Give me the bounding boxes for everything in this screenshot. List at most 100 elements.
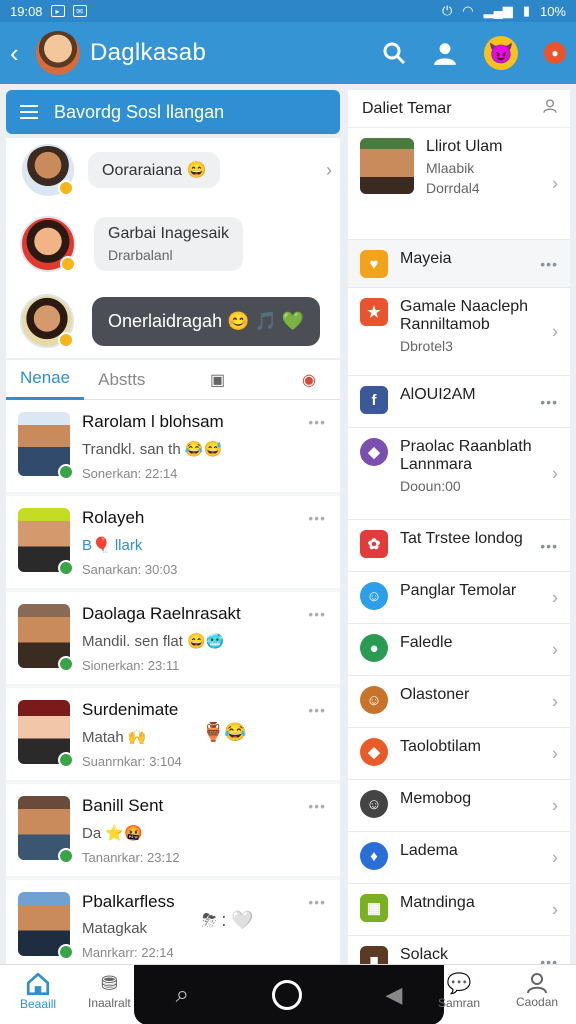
profile-icon[interactable]: [432, 40, 458, 66]
list-item[interactable]: ☺ Panglar Temolar ›: [348, 572, 570, 624]
more-dots-icon[interactable]: •••: [308, 606, 326, 622]
back-arrow-icon[interactable]: ‹: [10, 38, 30, 69]
list-item[interactable]: ● Faledle ›: [348, 624, 570, 676]
chevron-right-icon[interactable]: ›: [552, 463, 558, 484]
chat-avatar: [18, 508, 74, 576]
right-header: Daliet Temar: [348, 90, 570, 128]
alarm-icon: ⏻: [441, 3, 453, 18]
online-check-icon: [58, 752, 74, 768]
story-avatar: [22, 144, 74, 196]
chat-row[interactable]: Rarolam l blohsam Trandkl. san th 😂😅 Son…: [6, 400, 340, 492]
emoji-reaction-icon[interactable]: 😈: [484, 36, 518, 70]
chat-time: Manrkarr: 22:14: [82, 945, 174, 960]
person-icon[interactable]: [542, 98, 558, 119]
chat-row[interactable]: Pbalkarfless Matagkak Manrkarr: 22:14 ⛈ …: [6, 880, 340, 972]
nav-messages[interactable]: 💬 Samran: [438, 971, 480, 1010]
more-dots-icon[interactable]: •••: [308, 798, 326, 814]
status-bar: 19:08 ▸ ✉ ⏻ ◠ ▂▄▆ ▮ 10%: [0, 0, 576, 22]
tab-abstts[interactable]: Abstts: [84, 360, 159, 400]
story-item[interactable]: Onerlaidragah 😊 🎵 💚: [20, 294, 321, 348]
game-icon: ●: [360, 634, 388, 662]
status-time: 19:08: [10, 3, 43, 19]
game-icon: ◆: [360, 438, 388, 466]
more-dots-icon[interactable]: •••: [308, 510, 326, 526]
notification-dot-icon[interactable]: ●: [544, 42, 566, 64]
smiley-icon: ☺: [360, 582, 388, 610]
list-item-title: Panglar Temolar: [400, 582, 517, 599]
nav-inbox[interactable]: ⛃ Inaalralt: [88, 971, 131, 1010]
more-dots-icon[interactable]: •••: [540, 256, 558, 272]
app-avatar[interactable]: [36, 31, 80, 75]
chat-message: Trandkl. san th 😂😅: [82, 441, 223, 458]
chat-message: Da ⭐🤬: [82, 825, 143, 842]
online-check-icon: [58, 848, 74, 864]
story-badge-icon: [60, 256, 76, 272]
wifi-icon: ◠: [462, 3, 474, 18]
list-item-title: Tat Trstee londog: [400, 530, 523, 547]
list-item-title: Llirot Ulam: [426, 138, 503, 155]
chat-row[interactable]: Banill Sent Da ⭐🤬 Tananrkar: 23:12 •••: [6, 784, 340, 876]
more-dots-icon[interactable]: •••: [540, 538, 558, 554]
list-item[interactable]: ◆ Taolobtilam ›: [348, 728, 570, 780]
list-item[interactable]: ✿ Tat Trstee londog •••: [348, 520, 570, 572]
character-icon: ☺: [360, 790, 388, 818]
battery-icon: ▮: [522, 3, 530, 18]
chat-row[interactable]: Rolayeh B🎈 llark Sanarkan: 30:03 •••: [6, 496, 340, 588]
tab-nenae[interactable]: Nenae: [6, 360, 85, 400]
list-item-title: AlOUI2AM: [400, 386, 476, 403]
system-navigation: ⌕ ◀: [134, 965, 444, 1024]
list-item-title: Praolac Raanblath: [400, 438, 532, 455]
story-bubble: Onerlaidragah 😊 🎵 💚: [92, 296, 321, 346]
chevron-right-icon[interactable]: ›: [552, 321, 558, 342]
list-item[interactable]: Llirot Ulam Mlaabik Dorrdal4 ›: [348, 128, 570, 240]
back-triangle-icon[interactable]: ◀: [385, 982, 402, 1008]
more-dots-icon[interactable]: •••: [308, 414, 326, 430]
home-icon: [26, 972, 50, 996]
list-item[interactable]: ▦ Matndinga ›: [348, 884, 570, 936]
list-item[interactable]: ◆ Praolac Raanblath Lannmara Dooun:00 ›: [348, 428, 570, 520]
home-circle-icon[interactable]: [272, 980, 303, 1010]
left-pane: Bavordg Sosl llangan Ooraraiana 😄 › Garb…: [6, 90, 340, 972]
status-circle-icon[interactable]: ◉: [302, 370, 316, 390]
chat-avatar: [18, 700, 74, 768]
bottom-nav: Beaaill ⛃ Inaalralt ⌕ ◀ 💬 Samran Caodan: [0, 964, 576, 1024]
chat-row[interactable]: Daolaga Raelnrasakt Mandil. sen flat 😄🥶 …: [6, 592, 340, 684]
story-item[interactable]: Garbai Inagesaik Drarbalanl: [20, 216, 243, 272]
more-dots-icon[interactable]: •••: [308, 702, 326, 718]
signal-icon: ▂▄▆: [483, 3, 513, 18]
camera-icon[interactable]: ▣: [210, 370, 225, 390]
story-item[interactable]: Ooraraiana 😄 ›: [22, 144, 332, 196]
search-icon[interactable]: ⌕: [176, 981, 189, 1009]
list-item[interactable]: ★ Gamale Naacleph Ranniltamob Dbrotel3 ›: [348, 288, 570, 376]
chevron-right-icon[interactable]: ›: [552, 639, 558, 660]
chevron-right-icon[interactable]: ›: [552, 795, 558, 816]
chevron-right-icon[interactable]: ›: [552, 691, 558, 712]
list-item-sub: Ranniltamob: [400, 316, 490, 333]
list-item-title: Ladema: [400, 842, 458, 859]
chevron-right-icon[interactable]: ›: [552, 173, 558, 194]
heart-icon: ♥: [360, 250, 388, 278]
list-item[interactable]: ♦ Ladema ›: [348, 832, 570, 884]
search-icon[interactable]: [382, 41, 406, 65]
more-dots-icon[interactable]: •••: [308, 894, 326, 910]
message-notification-icon: ✉: [72, 5, 87, 17]
chat-time: Sanarkan: 30:03: [82, 562, 178, 577]
chat-time: Tananrkar: 23:12: [82, 850, 180, 865]
chevron-right-icon[interactable]: ›: [552, 847, 558, 868]
chevron-right-icon[interactable]: ›: [552, 899, 558, 920]
nav-home[interactable]: Beaaill: [20, 971, 56, 1011]
online-check-icon: [58, 656, 74, 672]
menu-icon[interactable]: [20, 101, 38, 123]
chat-row[interactable]: Surdenimate Matah 🙌 Suanrnkar: 3:104 🏺😂 …: [6, 688, 340, 780]
story-badge-icon: [58, 180, 74, 196]
chevron-right-icon[interactable]: ›: [326, 160, 332, 181]
nav-profile[interactable]: Caodan: [516, 971, 558, 1009]
list-item[interactable]: ☺ Memobog ›: [348, 780, 570, 832]
list-item[interactable]: ♥ Mayeia •••: [348, 240, 570, 288]
chat-name: Banill Sent: [82, 796, 164, 815]
chevron-right-icon[interactable]: ›: [552, 743, 558, 764]
list-item[interactable]: f AlOUI2AM •••: [348, 376, 570, 428]
chevron-right-icon[interactable]: ›: [552, 587, 558, 608]
more-dots-icon[interactable]: •••: [540, 394, 558, 410]
list-item[interactable]: ☺ Olastoner ›: [348, 676, 570, 728]
